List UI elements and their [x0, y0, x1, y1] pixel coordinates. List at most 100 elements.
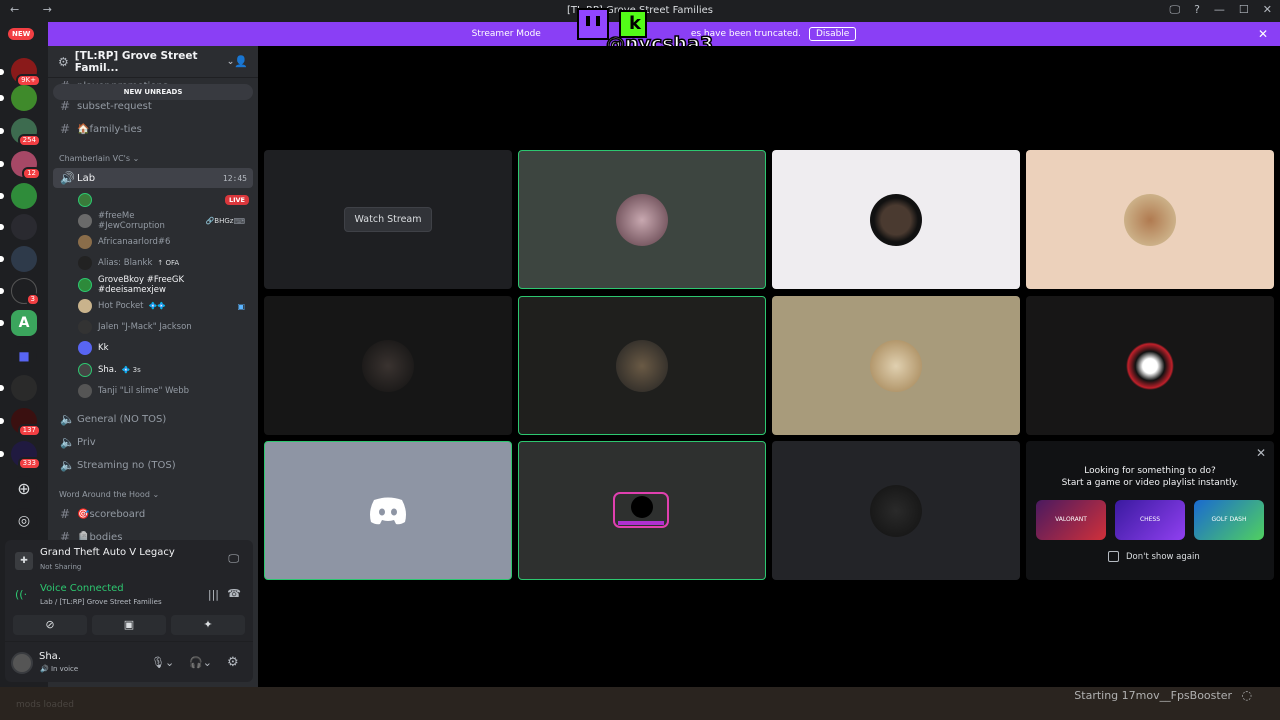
voice-location[interactable]: Lab / [TL:RP] Grove Street Families [40, 598, 162, 606]
discover-icon[interactable]: ◎ [11, 508, 37, 534]
unread-pip [0, 193, 4, 199]
close-window-button[interactable]: ✕ [1263, 3, 1272, 17]
category-chamberlain[interactable]: Chamberlain VC's ⌄ [59, 154, 139, 163]
close-icon[interactable]: ✕ [1258, 27, 1268, 41]
stream-tile[interactable]: Watch Stream [264, 150, 512, 289]
voice-user[interactable]: Tanji "Lil slime" Webb [78, 381, 253, 401]
server-icon[interactable]: 12 [11, 151, 41, 180]
server-icon[interactable]: 333 [11, 441, 41, 470]
server-icon[interactable]: 9K+ [11, 58, 41, 87]
speaker-icon: 🔈 [60, 458, 75, 472]
voice-channel-priv[interactable]: 🔈 Priv [53, 432, 253, 452]
activities-button[interactable]: ✦ [171, 615, 245, 635]
user-name: Hot Pocket [98, 301, 144, 311]
server-icon-a[interactable]: A [11, 310, 37, 336]
mic-icon[interactable]: 🎙⌄ [151, 656, 174, 669]
channel-scoreboard[interactable]: # 🎯scoreboard [53, 504, 253, 524]
voice-channel-general[interactable]: 🔈 General (NO TOS) [53, 409, 253, 429]
server-icon[interactable] [11, 183, 37, 209]
hash-icon: # [60, 99, 71, 113]
dont-show-again[interactable]: Don't show again [1108, 551, 1200, 562]
server-icon[interactable]: 3 [11, 278, 40, 306]
voice-channel-lab[interactable]: 🔊 Lab 12:45 [53, 168, 253, 188]
server-icon[interactable] [11, 85, 37, 111]
server-header[interactable]: ⚙ [TL:RP] Grove Street Famil... ⌄ 👤 [48, 46, 258, 78]
inbox-icon[interactable]: 🖵 [1169, 3, 1180, 17]
server-icon[interactable]: 254 [11, 118, 41, 147]
add-server-icon[interactable]: ⊕ [11, 476, 37, 502]
user-name: #freeMe #JewCorruption [98, 211, 165, 231]
voice-user[interactable]: Alias: Blankk ↑ OFA [78, 253, 253, 273]
category-hood[interactable]: Word Around the Hood ⌄ [59, 490, 159, 499]
unread-pip [0, 128, 4, 134]
channel-family-ties[interactable]: # 🏠family-ties [53, 119, 253, 139]
unread-badge: 254 [17, 134, 41, 147]
unread-pip [0, 418, 4, 424]
channel-label: 🎯scoreboard [77, 508, 146, 520]
server-icon[interactable] [11, 375, 37, 401]
participant-tile[interactable] [772, 150, 1020, 289]
voice-user[interactable]: GroveBkoy #FreeGK #deeisamexjew [78, 275, 253, 295]
avatar [78, 384, 92, 398]
channel-label: Priv [77, 436, 96, 448]
noise-icon[interactable]: ||| [208, 588, 219, 601]
participant-tile[interactable] [772, 441, 1020, 580]
user-name: Jalen "J-Mack" Jackson [98, 322, 192, 332]
mods-loaded-text: mods loaded [16, 700, 75, 710]
disconnect-icon[interactable]: ☎ [227, 587, 241, 600]
screen-share-button[interactable]: ▣ [92, 615, 166, 635]
unread-pip [0, 224, 4, 230]
channel-label: Lab [77, 172, 96, 184]
watch-stream-button[interactable]: Watch Stream [343, 207, 433, 232]
voice-user[interactable]: Kk [78, 338, 253, 358]
user-panel: ✚ Grand Theft Auto V Legacy Not Sharing … [5, 540, 253, 682]
voice-channel-streaming[interactable]: 🔈 Streaming no (TOS) [53, 455, 253, 475]
voice-user[interactable]: Jalen "J-Mack" Jackson [78, 317, 253, 337]
channel-label: subset-request [77, 100, 152, 112]
participant-tile[interactable] [264, 441, 512, 580]
checkbox[interactable] [1108, 551, 1119, 562]
participant-tile[interactable] [772, 296, 1020, 435]
speaker-icon: 🔈 [60, 435, 75, 449]
server-icon[interactable]: 137 [11, 408, 41, 437]
participant-tile[interactable] [1026, 296, 1274, 435]
disable-streamer-button[interactable]: Disable [808, 27, 857, 41]
channel-subset-request[interactable]: # subset-request [53, 96, 253, 116]
voice-user[interactable]: Africanaarlord#6 [78, 232, 253, 252]
share-screen-icon[interactable]: 🖵 [228, 552, 239, 566]
participant-tile[interactable] [1026, 150, 1274, 289]
participant-tile[interactable] [518, 296, 766, 435]
minimize-button[interactable]: — [1214, 3, 1225, 17]
participant-tile[interactable] [518, 150, 766, 289]
server-icon[interactable] [11, 214, 37, 240]
invite-icon[interactable]: 👤 [234, 55, 248, 68]
server-icon[interactable] [11, 246, 37, 272]
participant-tile[interactable] [264, 296, 512, 435]
participant-tile[interactable] [518, 441, 766, 580]
unread-pip [0, 95, 4, 101]
settings-gear-icon[interactable]: ⚙ [227, 655, 239, 670]
folder-icon[interactable]: ■ [11, 343, 37, 369]
unread-pip [0, 256, 4, 262]
hash-icon: # [60, 507, 71, 521]
channel-label: General (NO TOS) [77, 413, 167, 425]
voice-status[interactable]: Voice Connected [40, 583, 124, 594]
activity-card-valorant[interactable]: VALORANT [1036, 500, 1106, 540]
camera-off-button[interactable]: ⊘ [13, 615, 87, 635]
activity-card-chess[interactable]: CHESS [1115, 500, 1185, 540]
voice-user[interactable]: #freeMe #JewCorruption 🔗BHGz ⌨ [78, 211, 253, 231]
voice-user[interactable]: Sha. 💠 3s [78, 360, 253, 380]
headset-icon[interactable]: 🎧⌄ [189, 656, 212, 669]
close-icon[interactable]: ✕ [1256, 446, 1266, 460]
activity-card-golf[interactable]: GOLF DASH [1194, 500, 1264, 540]
voice-grid: Watch Stream [258, 46, 1280, 687]
help-icon[interactable]: ? [1194, 3, 1200, 17]
voice-user[interactable]: Hot Pocket 💠💠 ▣ [78, 296, 253, 316]
live-badge: LIVE [224, 195, 249, 205]
unread-badge: 3 [25, 293, 40, 306]
avatar[interactable] [11, 652, 33, 674]
voice-user[interactable]: LIVE [78, 190, 253, 210]
account-row: Sha. 🔊 In voice 🎙⌄ 🎧⌄ ⚙ [5, 648, 253, 678]
maximize-button[interactable]: ☐ [1239, 3, 1249, 17]
avatar [78, 214, 92, 228]
